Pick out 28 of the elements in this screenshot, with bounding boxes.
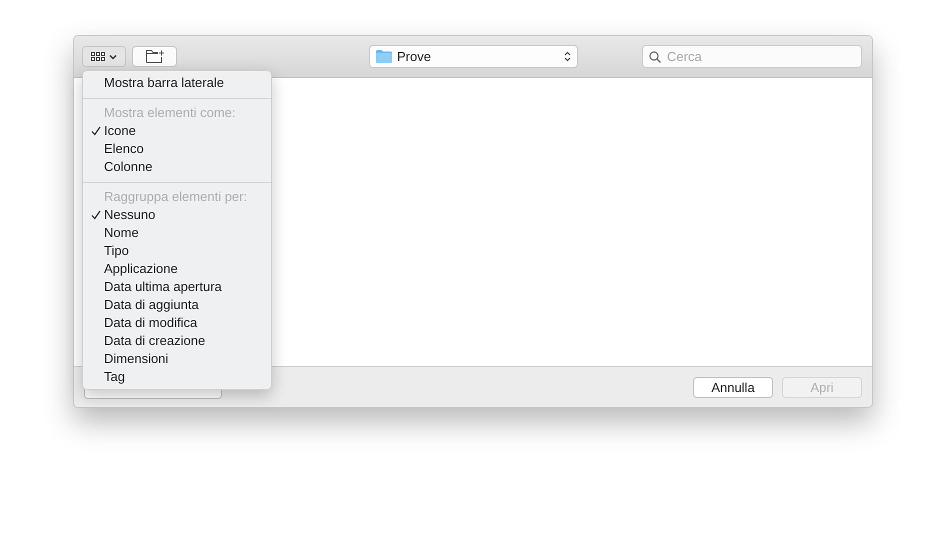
menu-item[interactable]: Dimensioni xyxy=(104,350,168,368)
menu-section-header: Raggruppa elementi per: xyxy=(103,188,248,206)
menu-item[interactable]: Colonne xyxy=(104,158,152,176)
menu-item[interactable]: Elenco xyxy=(104,140,144,158)
search-field[interactable]: Cerca xyxy=(642,45,862,68)
folder-icon xyxy=(376,50,392,63)
menu-item[interactable]: Data di modifica xyxy=(104,314,198,332)
search-icon xyxy=(649,51,661,63)
menu-item[interactable]: Data di creazione xyxy=(104,332,206,350)
new-folder-button[interactable] xyxy=(132,46,177,67)
location-popup[interactable]: Prove xyxy=(369,45,578,68)
cancel-button[interactable]: Annulla xyxy=(693,376,773,398)
menu-item[interactable]: Data ultima apertura xyxy=(104,278,222,296)
view-options-button[interactable] xyxy=(82,46,126,67)
menu-item[interactable]: Nome xyxy=(104,224,139,242)
menu-item[interactable]: Tag xyxy=(104,368,125,386)
menu-item[interactable]: Tipo xyxy=(104,242,129,260)
menu-item[interactable]: Applicazione xyxy=(104,260,178,278)
menu-item[interactable]: Nessuno xyxy=(104,206,156,224)
menu-item[interactable]: Icone xyxy=(104,122,136,140)
menu-section-header: Mostra elementi come: xyxy=(103,104,236,122)
chevron-down-icon xyxy=(109,54,117,60)
up-down-arrows-icon xyxy=(564,51,571,62)
menu-item[interactable]: Data di aggiunta xyxy=(104,296,199,314)
menu-item[interactable]: Mostra barra laterale xyxy=(104,74,224,92)
grid-icon xyxy=(91,52,105,61)
new-folder-icon xyxy=(146,50,164,63)
location-label: Prove xyxy=(397,49,431,64)
